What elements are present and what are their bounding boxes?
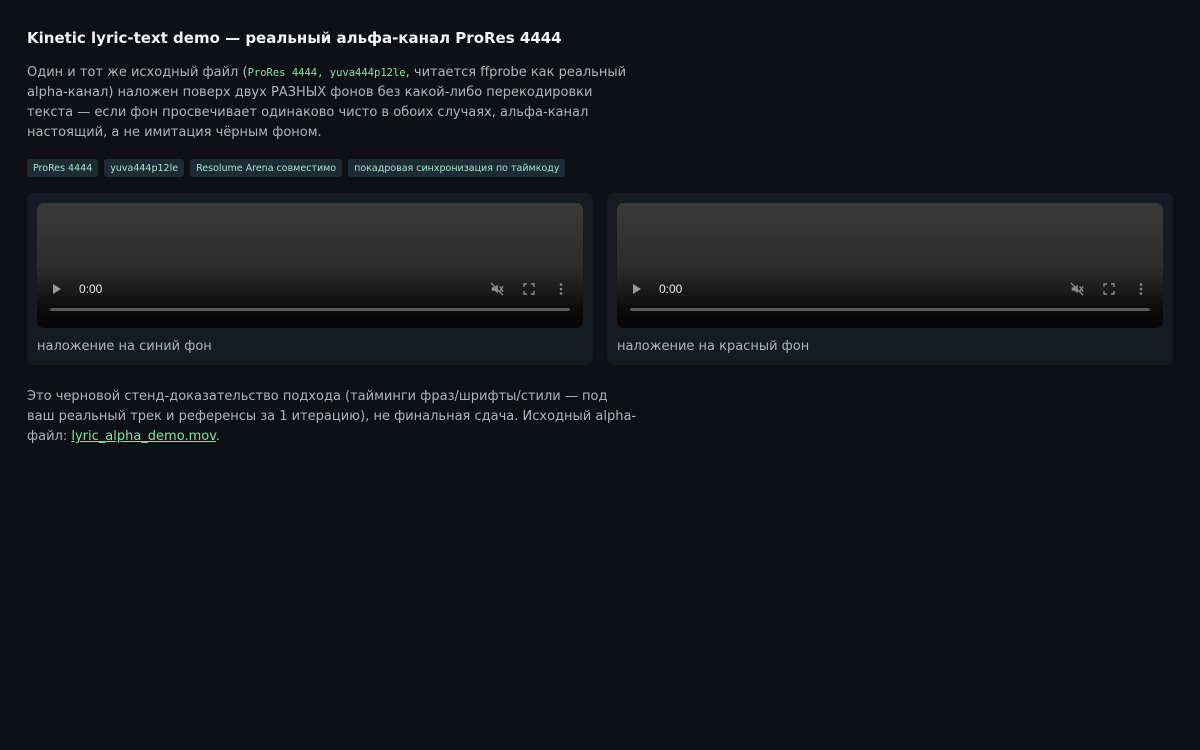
video-cards: 0:00 наложение на синий фон 0:00 наложен… bbox=[27, 193, 1173, 365]
video-controls: 0:00 bbox=[37, 279, 583, 299]
video-caption-red: наложение на красный фон bbox=[617, 339, 810, 354]
play-icon[interactable] bbox=[633, 284, 641, 294]
video-player-red[interactable]: 0:00 bbox=[617, 203, 1163, 328]
video-caption-blue: наложение на синий фон bbox=[37, 339, 212, 354]
volume-muted-icon[interactable] bbox=[1069, 281, 1085, 297]
tag-list: ProRes 4444 yuva444p12le Resolume Arena … bbox=[27, 159, 1173, 177]
video-card-blue: 0:00 наложение на синий фон bbox=[27, 193, 593, 365]
play-icon[interactable] bbox=[53, 284, 61, 294]
footer-end: . bbox=[215, 429, 221, 444]
page: Kinetic lyric-text demo — реальный альфа… bbox=[0, 0, 1200, 750]
tag-prores: ProRes 4444 bbox=[27, 159, 99, 177]
intro-code: ProRes 4444, yuva444p12le bbox=[247, 67, 406, 79]
tag-resolume: Resolume Arena совместимо bbox=[190, 159, 343, 177]
alpha-file-link[interactable]: lyric_alpha_demo.mov bbox=[71, 429, 216, 444]
video-player-blue[interactable]: 0:00 bbox=[37, 203, 583, 328]
video-time: 0:00 bbox=[659, 282, 683, 296]
footer-note: Это черновой стенд-доказательство подход… bbox=[27, 387, 637, 447]
fullscreen-icon[interactable] bbox=[1101, 281, 1117, 297]
tag-timecode-sync: покадровая синхронизация по таймкоду bbox=[348, 159, 566, 177]
video-progress-bar[interactable] bbox=[630, 308, 1150, 311]
intro-text: Один и тот же исходный файл (ProRes 4444… bbox=[27, 63, 637, 143]
more-vertical-icon[interactable] bbox=[1133, 281, 1149, 297]
video-progress-bar[interactable] bbox=[50, 308, 570, 311]
intro-before-code: Один и тот же исходный файл ( bbox=[27, 65, 248, 80]
page-title: Kinetic lyric-text demo — реальный альфа… bbox=[27, 29, 562, 47]
video-card-red: 0:00 наложение на красный фон bbox=[607, 193, 1173, 365]
more-vertical-icon[interactable] bbox=[553, 281, 569, 297]
tag-pixel-format: yuva444p12le bbox=[104, 159, 185, 177]
volume-muted-icon[interactable] bbox=[489, 281, 505, 297]
video-controls: 0:00 bbox=[617, 279, 1163, 299]
video-time: 0:00 bbox=[79, 282, 103, 296]
fullscreen-icon[interactable] bbox=[521, 281, 537, 297]
